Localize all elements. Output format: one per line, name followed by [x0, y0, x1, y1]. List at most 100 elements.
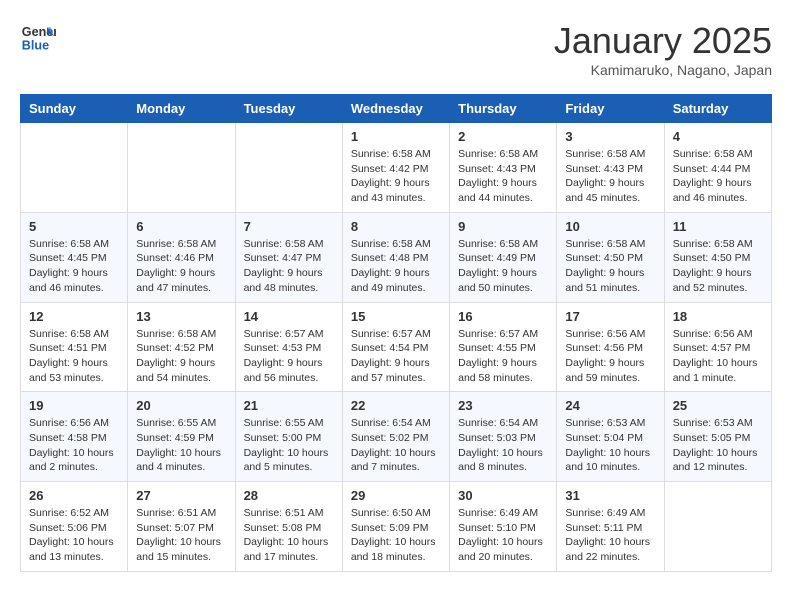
weekday-header: Wednesday [342, 95, 449, 123]
calendar-day-cell: 23 Sunrise: 6:54 AM Sunset: 5:03 PM Dayli… [450, 392, 557, 482]
day-info: Sunrise: 6:56 AM Sunset: 4:56 PM Dayligh… [565, 327, 655, 386]
calendar-day-cell: 21Sunrise: 6:55 AM Sunset: 5:00 PM Dayli… [235, 392, 342, 482]
calendar-day-cell: 22 Sunrise: 6:54 AM Sunset: 5:02 PM Dayli… [342, 392, 449, 482]
day-info: Sunrise: 6:54 AM Sunset: 5:02 PM Dayligh… [351, 416, 441, 475]
calendar-day-cell: 11Sunrise: 6:58 AM Sunset: 4:50 PM Dayli… [664, 212, 771, 302]
day-info: Sunrise: 6:56 AM Sunset: 4:58 PM Dayligh… [29, 416, 119, 475]
day-info: Sunrise: 6:58 AM Sunset: 4:43 PM Dayligh… [565, 147, 655, 206]
day-info: Sunrise: 6:58 AM Sunset: 4:45 PM Dayligh… [29, 237, 119, 296]
day-number: 8 [351, 219, 441, 234]
day-number: 31 [565, 488, 655, 503]
logo: General Blue [20, 20, 56, 56]
calendar-day-cell [664, 482, 771, 572]
title-section: January 2025 Kamimaruko, Nagano, Japan [554, 20, 772, 78]
calendar-day-cell: 4 Sunrise: 6:58 AM Sunset: 4:44 PM Daylig… [664, 123, 771, 213]
day-info: Sunrise: 6:55 AM Sunset: 4:59 PM Dayligh… [136, 416, 226, 475]
day-number: 3 [565, 129, 655, 144]
calendar-day-cell: 28 Sunrise: 6:51 AM Sunset: 5:08 PM Dayli… [235, 482, 342, 572]
day-info: Sunrise: 6:58 AM Sunset: 4:48 PM Dayligh… [351, 237, 441, 296]
day-info: Sunrise: 6:51 AM Sunset: 5:08 PM Dayligh… [244, 506, 334, 565]
calendar-day-cell: 24 Sunrise: 6:53 AM Sunset: 5:04 PM Dayli… [557, 392, 664, 482]
logo-icon: General Blue [20, 20, 56, 56]
day-info: Sunrise: 6:58 AM Sunset: 4:43 PM Dayligh… [458, 147, 548, 206]
calendar-day-cell: 13 Sunrise: 6:58 AM Sunset: 4:52 PM Dayli… [128, 302, 235, 392]
day-number: 16 [458, 309, 548, 324]
calendar-day-cell: 17 Sunrise: 6:56 AM Sunset: 4:56 PM Dayli… [557, 302, 664, 392]
calendar-day-cell: 7 Sunrise: 6:58 AM Sunset: 4:47 PM Daylig… [235, 212, 342, 302]
day-info: Sunrise: 6:58 AM Sunset: 4:49 PM Dayligh… [458, 237, 548, 296]
calendar-day-cell: 19 Sunrise: 6:56 AM Sunset: 4:58 PM Dayli… [21, 392, 128, 482]
day-number: 19 [29, 398, 119, 413]
weekday-header: Tuesday [235, 95, 342, 123]
calendar-week-row: 5 Sunrise: 6:58 AM Sunset: 4:45 PM Daylig… [21, 212, 772, 302]
day-number: 9 [458, 219, 548, 234]
calendar-day-cell: 2Sunrise: 6:58 AM Sunset: 4:43 PM Daylig… [450, 123, 557, 213]
day-info: Sunrise: 6:50 AM Sunset: 5:09 PM Dayligh… [351, 506, 441, 565]
day-number: 23 [458, 398, 548, 413]
weekday-header: Friday [557, 95, 664, 123]
calendar-day-cell [235, 123, 342, 213]
calendar-week-row: 26Sunrise: 6:52 AM Sunset: 5:06 PM Dayli… [21, 482, 772, 572]
calendar-day-cell: 18 Sunrise: 6:56 AM Sunset: 4:57 PM Dayli… [664, 302, 771, 392]
weekday-header: Sunday [21, 95, 128, 123]
day-number: 10 [565, 219, 655, 234]
calendar-day-cell: 31 Sunrise: 6:49 AM Sunset: 5:11 PM Dayli… [557, 482, 664, 572]
calendar-day-cell: 5 Sunrise: 6:58 AM Sunset: 4:45 PM Daylig… [21, 212, 128, 302]
day-info: Sunrise: 6:51 AM Sunset: 5:07 PM Dayligh… [136, 506, 226, 565]
day-info: Sunrise: 6:58 AM Sunset: 4:46 PM Dayligh… [136, 237, 226, 296]
day-info: Sunrise: 6:56 AM Sunset: 4:57 PM Dayligh… [673, 327, 763, 386]
day-info: Sunrise: 6:58 AM Sunset: 4:44 PM Dayligh… [673, 147, 763, 206]
day-number: 29 [351, 488, 441, 503]
day-number: 14 [244, 309, 334, 324]
location-subtitle: Kamimaruko, Nagano, Japan [554, 62, 772, 78]
calendar-week-row: 1 Sunrise: 6:58 AM Sunset: 4:42 PM Daylig… [21, 123, 772, 213]
weekday-header: Thursday [450, 95, 557, 123]
calendar-day-cell: 6Sunrise: 6:58 AM Sunset: 4:46 PM Daylig… [128, 212, 235, 302]
day-info: Sunrise: 6:49 AM Sunset: 5:10 PM Dayligh… [458, 506, 548, 565]
calendar-day-cell: 15 Sunrise: 6:57 AM Sunset: 4:54 PM Dayli… [342, 302, 449, 392]
calendar-day-cell [21, 123, 128, 213]
month-title: January 2025 [554, 20, 772, 62]
day-info: Sunrise: 6:58 AM Sunset: 4:47 PM Dayligh… [244, 237, 334, 296]
calendar-day-cell: 14Sunrise: 6:57 AM Sunset: 4:53 PM Dayli… [235, 302, 342, 392]
calendar-day-cell: 9 Sunrise: 6:58 AM Sunset: 4:49 PM Daylig… [450, 212, 557, 302]
calendar-day-cell: 8 Sunrise: 6:58 AM Sunset: 4:48 PM Daylig… [342, 212, 449, 302]
day-number: 11 [673, 219, 763, 234]
day-number: 17 [565, 309, 655, 324]
day-number: 13 [136, 309, 226, 324]
calendar-table: SundayMondayTuesdayWednesdayThursdayFrid… [20, 94, 772, 572]
day-number: 7 [244, 219, 334, 234]
day-info: Sunrise: 6:57 AM Sunset: 4:54 PM Dayligh… [351, 327, 441, 386]
day-info: Sunrise: 6:52 AM Sunset: 5:06 PM Dayligh… [29, 506, 119, 565]
day-number: 30 [458, 488, 548, 503]
calendar-day-cell: 3 Sunrise: 6:58 AM Sunset: 4:43 PM Daylig… [557, 123, 664, 213]
day-number: 1 [351, 129, 441, 144]
day-info: Sunrise: 6:57 AM Sunset: 4:55 PM Dayligh… [458, 327, 548, 386]
day-number: 20 [136, 398, 226, 413]
calendar-day-cell: 12Sunrise: 6:58 AM Sunset: 4:51 PM Dayli… [21, 302, 128, 392]
calendar-week-row: 19 Sunrise: 6:56 AM Sunset: 4:58 PM Dayli… [21, 392, 772, 482]
day-info: Sunrise: 6:58 AM Sunset: 4:52 PM Dayligh… [136, 327, 226, 386]
day-info: Sunrise: 6:58 AM Sunset: 4:50 PM Dayligh… [565, 237, 655, 296]
day-number: 28 [244, 488, 334, 503]
day-number: 22 [351, 398, 441, 413]
day-info: Sunrise: 6:58 AM Sunset: 4:42 PM Dayligh… [351, 147, 441, 206]
day-info: Sunrise: 6:55 AM Sunset: 5:00 PM Dayligh… [244, 416, 334, 475]
calendar-day-cell [128, 123, 235, 213]
calendar-header-row: SundayMondayTuesdayWednesdayThursdayFrid… [21, 95, 772, 123]
day-number: 18 [673, 309, 763, 324]
day-info: Sunrise: 6:58 AM Sunset: 4:51 PM Dayligh… [29, 327, 119, 386]
day-number: 5 [29, 219, 119, 234]
day-number: 15 [351, 309, 441, 324]
calendar-day-cell: 27Sunrise: 6:51 AM Sunset: 5:07 PM Dayli… [128, 482, 235, 572]
day-info: Sunrise: 6:49 AM Sunset: 5:11 PM Dayligh… [565, 506, 655, 565]
calendar-day-cell: 10 Sunrise: 6:58 AM Sunset: 4:50 PM Dayli… [557, 212, 664, 302]
page-header: General Blue January 2025 Kamimaruko, Na… [20, 20, 772, 78]
day-info: Sunrise: 6:53 AM Sunset: 5:05 PM Dayligh… [673, 416, 763, 475]
weekday-header: Saturday [664, 95, 771, 123]
day-info: Sunrise: 6:53 AM Sunset: 5:04 PM Dayligh… [565, 416, 655, 475]
day-info: Sunrise: 6:54 AM Sunset: 5:03 PM Dayligh… [458, 416, 548, 475]
day-number: 4 [673, 129, 763, 144]
day-number: 24 [565, 398, 655, 413]
calendar-day-cell: 29 Sunrise: 6:50 AM Sunset: 5:09 PM Dayli… [342, 482, 449, 572]
